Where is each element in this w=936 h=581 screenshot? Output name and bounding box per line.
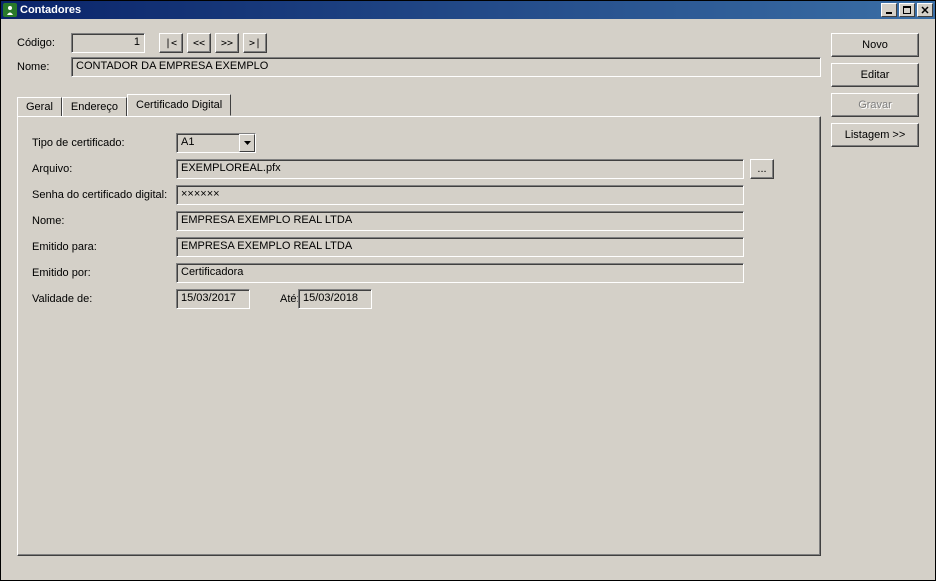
- arquivo-input[interactable]: EXEMPLOREAL.pfx: [176, 159, 744, 179]
- browse-button[interactable]: ...: [750, 159, 774, 179]
- codigo-input[interactable]: 1: [71, 33, 145, 53]
- validade-ate-input[interactable]: 15/03/2018: [298, 289, 372, 309]
- titlebar: Contadores: [1, 1, 935, 19]
- tipo-cert-value: A1: [177, 134, 239, 152]
- ate-label: Até:: [250, 293, 298, 305]
- emitido-para-input[interactable]: EMPRESA EXEMPLO REAL LTDA: [176, 237, 744, 257]
- tab-geral[interactable]: Geral: [17, 97, 62, 116]
- app-icon: [3, 3, 17, 17]
- nav-next-button[interactable]: >>: [215, 33, 239, 53]
- nome-cert-input[interactable]: EMPRESA EXEMPLO REAL LTDA: [176, 211, 744, 231]
- minimize-button[interactable]: [881, 3, 897, 17]
- validade-de-input[interactable]: 15/03/2017: [176, 289, 250, 309]
- listagem-button[interactable]: Listagem >>: [831, 123, 919, 147]
- validade-de-label: Validade de:: [32, 293, 176, 305]
- codigo-label: Código:: [17, 37, 67, 49]
- close-button[interactable]: [917, 3, 933, 17]
- emitido-por-label: Emitido por:: [32, 267, 176, 279]
- nome-label: Nome:: [17, 61, 67, 73]
- tipo-cert-label: Tipo de certificado:: [32, 137, 176, 149]
- tab-strip: Geral Endereço Certificado Digital: [17, 95, 821, 116]
- tipo-cert-select[interactable]: A1: [176, 133, 256, 153]
- dropdown-icon: [239, 134, 255, 152]
- emitido-para-label: Emitido para:: [32, 241, 176, 253]
- window-title: Contadores: [20, 4, 81, 16]
- tab-panel-certificado: Tipo de certificado: A1 Arquivo: EXEMPLO…: [17, 116, 821, 556]
- nav-first-button[interactable]: |<: [159, 33, 183, 53]
- gravar-button[interactable]: Gravar: [831, 93, 919, 117]
- nome-cert-label: Nome:: [32, 215, 176, 227]
- tab-endereco[interactable]: Endereço: [62, 97, 127, 116]
- nome-input[interactable]: CONTADOR DA EMPRESA EXEMPLO: [71, 57, 821, 77]
- nav-last-button[interactable]: >|: [243, 33, 267, 53]
- emitido-por-input[interactable]: Certificadora: [176, 263, 744, 283]
- tab-certificado-digital[interactable]: Certificado Digital: [127, 94, 231, 116]
- senha-input[interactable]: ××××××: [176, 185, 744, 205]
- editar-button[interactable]: Editar: [831, 63, 919, 87]
- senha-label: Senha do certificado digital:: [32, 189, 176, 201]
- arquivo-label: Arquivo:: [32, 163, 176, 175]
- window-frame: Contadores Código: 1 |< << >> >|: [0, 0, 936, 581]
- nav-prev-button[interactable]: <<: [187, 33, 211, 53]
- novo-button[interactable]: Novo: [831, 33, 919, 57]
- maximize-button[interactable]: [899, 3, 915, 17]
